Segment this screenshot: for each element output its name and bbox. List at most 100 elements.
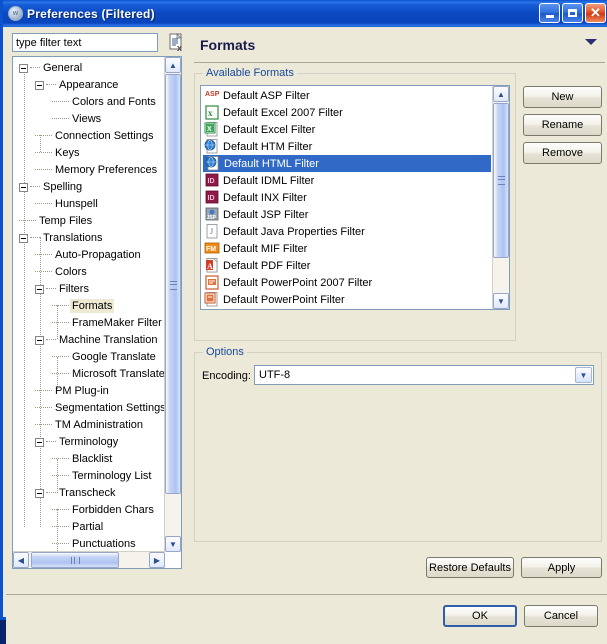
tree-item-colors-and-fonts[interactable]: Colors and Fonts bbox=[52, 94, 158, 110]
collapse-expander-icon[interactable] bbox=[35, 437, 44, 447]
tree-item-blacklist[interactable]: Blacklist bbox=[52, 451, 114, 467]
collapse-expander-icon[interactable] bbox=[35, 284, 44, 294]
format-list-item[interactable]: JSP Default JSP Filter bbox=[202, 206, 492, 223]
format-list-item[interactable]: J Default Java Properties Filter bbox=[202, 223, 492, 240]
tree-item-hunspell[interactable]: Hunspell bbox=[35, 196, 100, 212]
tree-horizontal-scrollbar[interactable]: ◀ ▶ bbox=[13, 551, 165, 568]
format-list-item[interactable]: ID Default IDML Filter bbox=[202, 172, 492, 189]
tree-scroll-thumb[interactable] bbox=[165, 74, 181, 494]
preferences-tree[interactable]: General Appearance Colors and Fonts Views Co… bbox=[12, 56, 182, 569]
maximize-button[interactable] bbox=[562, 3, 583, 23]
clear-filter-icon[interactable]: x bbox=[168, 33, 186, 53]
filter-input[interactable] bbox=[12, 33, 158, 52]
format-list-item[interactable]: Default HTM Filter bbox=[202, 138, 492, 155]
tree-item-forbidden-chars[interactable]: Forbidden Chars bbox=[52, 502, 156, 518]
tree-connector bbox=[35, 254, 52, 256]
formats-list[interactable]: ASP Default ASP Filter x Default Excel 2007… bbox=[200, 85, 510, 310]
tree-scroll-up-button[interactable]: ▲ bbox=[165, 57, 181, 73]
tree-scroll-down-button[interactable]: ▼ bbox=[165, 536, 181, 552]
format-list-item-label: Default HTML Filter bbox=[224, 157, 319, 170]
encoding-value: UTF-8 bbox=[259, 369, 291, 381]
tree-item-formats[interactable]: Formats bbox=[52, 298, 115, 314]
collapse-expander-icon[interactable] bbox=[35, 335, 44, 345]
chevron-down-icon[interactable] bbox=[585, 39, 597, 45]
format-list-item[interactable]: ID Default INX Filter bbox=[202, 189, 492, 206]
tree-item-memory-preferences[interactable]: Memory Preferences bbox=[35, 162, 159, 178]
tree-connector bbox=[52, 475, 69, 477]
indesign-idml-icon: ID bbox=[204, 173, 220, 188]
collapse-expander-icon[interactable] bbox=[35, 80, 44, 90]
tree-connector bbox=[52, 526, 69, 528]
remove-button[interactable]: Remove bbox=[523, 142, 602, 164]
tree-item-machine-translation[interactable]: Machine Translation bbox=[35, 332, 159, 348]
format-list-item-label: Default HTM Filter bbox=[223, 140, 313, 153]
tree-connector bbox=[46, 288, 56, 290]
format-list-item[interactable]: Default PowerPoint Filter bbox=[202, 291, 492, 308]
tree-item-translations[interactable]: Translations bbox=[19, 230, 105, 246]
dialog-content: x General Appearance Colors and Fonts Views… bbox=[6, 27, 607, 644]
formats-vertical-scrollbar[interactable]: ▲ ▼ bbox=[492, 86, 509, 309]
tree-item-framemaker-filter-p[interactable]: FrameMaker Filter P bbox=[52, 315, 165, 331]
tree-item-connection-settings[interactable]: Connection Settings bbox=[35, 128, 155, 144]
tree-item-general[interactable]: General bbox=[19, 60, 84, 76]
scroll-grip-icon bbox=[70, 556, 80, 564]
tree-item-colors[interactable]: Colors bbox=[35, 264, 89, 280]
formats-scroll-thumb[interactable] bbox=[493, 103, 509, 258]
chevron-down-icon[interactable]: ▼ bbox=[575, 367, 592, 383]
tree-item-filters[interactable]: Filters bbox=[35, 281, 91, 297]
rename-button[interactable]: Rename bbox=[523, 114, 602, 136]
format-list-item[interactable]: Default HTML Filter bbox=[203, 155, 491, 172]
tree-item-label: General bbox=[43, 62, 83, 74]
tree-item-pm-plug-in[interactable]: PM Plug-in bbox=[35, 383, 111, 399]
apply-button[interactable]: Apply bbox=[521, 557, 602, 578]
tree-scroll-left-button[interactable]: ◀ bbox=[13, 552, 29, 568]
format-list-item[interactable]: x Default Excel 2007 Filter bbox=[202, 104, 492, 121]
tree-item-label: TM Administration bbox=[55, 419, 144, 431]
tree-item-segmentation-settings[interactable]: Segmentation Settings bbox=[35, 400, 165, 416]
preferences-dialog: w Preferences (Filtered) ✕ type filter t… bbox=[0, 0, 607, 644]
collapse-expander-icon[interactable] bbox=[19, 63, 28, 73]
tree-item-label: Microsoft Translate bbox=[72, 368, 165, 380]
tree-item-punctuations[interactable]: Punctuations bbox=[52, 536, 138, 552]
tree-item-label: Colors and Fonts bbox=[72, 96, 156, 108]
format-list-item-label: Default INX Filter bbox=[223, 191, 307, 204]
tree-item-keys[interactable]: Keys bbox=[35, 145, 81, 161]
tree-vertical-scrollbar[interactable]: ▲ ▼ bbox=[164, 57, 181, 552]
tree-item-terminology-list[interactable]: Terminology List bbox=[52, 468, 153, 484]
format-list-item[interactable]: FM Default MIF Filter bbox=[202, 240, 492, 257]
close-button[interactable]: ✕ bbox=[585, 3, 606, 23]
restore-defaults-button[interactable]: Restore Defaults bbox=[426, 557, 514, 578]
tree-item-auto-propagation[interactable]: Auto-Propagation bbox=[35, 247, 143, 263]
tree-item-transcheck[interactable]: Transcheck bbox=[35, 485, 117, 501]
tree-item-google-translate[interactable]: Google Translate bbox=[52, 349, 158, 365]
encoding-combobox[interactable]: UTF-8 ▼ bbox=[254, 365, 594, 385]
cancel-button[interactable]: Cancel bbox=[524, 605, 598, 627]
format-list-item[interactable]: Default PowerPoint 2007 Filter bbox=[202, 274, 492, 291]
tree-scroll-right-button[interactable]: ▶ bbox=[149, 552, 165, 568]
collapse-expander-icon[interactable] bbox=[19, 233, 28, 243]
tree-connector bbox=[52, 373, 69, 375]
svg-text:FM: FM bbox=[206, 246, 216, 253]
minimize-button[interactable] bbox=[539, 3, 560, 23]
ok-button[interactable]: OK bbox=[443, 605, 517, 627]
tree-item-tm-administration[interactable]: TM Administration bbox=[35, 417, 145, 433]
tree-item-spelling[interactable]: Spelling bbox=[19, 179, 84, 195]
format-list-item[interactable]: ASP Default ASP Filter bbox=[202, 87, 492, 104]
tree-item-views[interactable]: Views bbox=[52, 111, 103, 127]
tree-item-microsoft-translate[interactable]: Microsoft Translate bbox=[52, 366, 165, 382]
formats-scroll-up-button[interactable]: ▲ bbox=[493, 86, 509, 102]
format-list-item[interactable]: A Default PDF Filter bbox=[202, 257, 492, 274]
svg-text:ID: ID bbox=[208, 178, 215, 185]
tree-item-temp-files[interactable]: Temp Files bbox=[19, 213, 94, 229]
formats-scroll-down-button[interactable]: ▼ bbox=[493, 293, 509, 309]
new-button[interactable]: New bbox=[523, 86, 602, 108]
collapse-expander-icon[interactable] bbox=[19, 182, 28, 192]
tree-item-partial[interactable]: Partial bbox=[52, 519, 105, 535]
tree-item-appearance[interactable]: Appearance bbox=[35, 77, 120, 93]
format-list-item-label: Default Excel Filter bbox=[223, 123, 316, 136]
format-list-item[interactable]: X Default Excel Filter bbox=[202, 121, 492, 138]
tree-item-terminology[interactable]: Terminology bbox=[35, 434, 120, 450]
collapse-expander-icon[interactable] bbox=[35, 488, 44, 498]
tree-hscroll-thumb[interactable] bbox=[31, 552, 119, 568]
pane-divider[interactable] bbox=[187, 27, 189, 617]
